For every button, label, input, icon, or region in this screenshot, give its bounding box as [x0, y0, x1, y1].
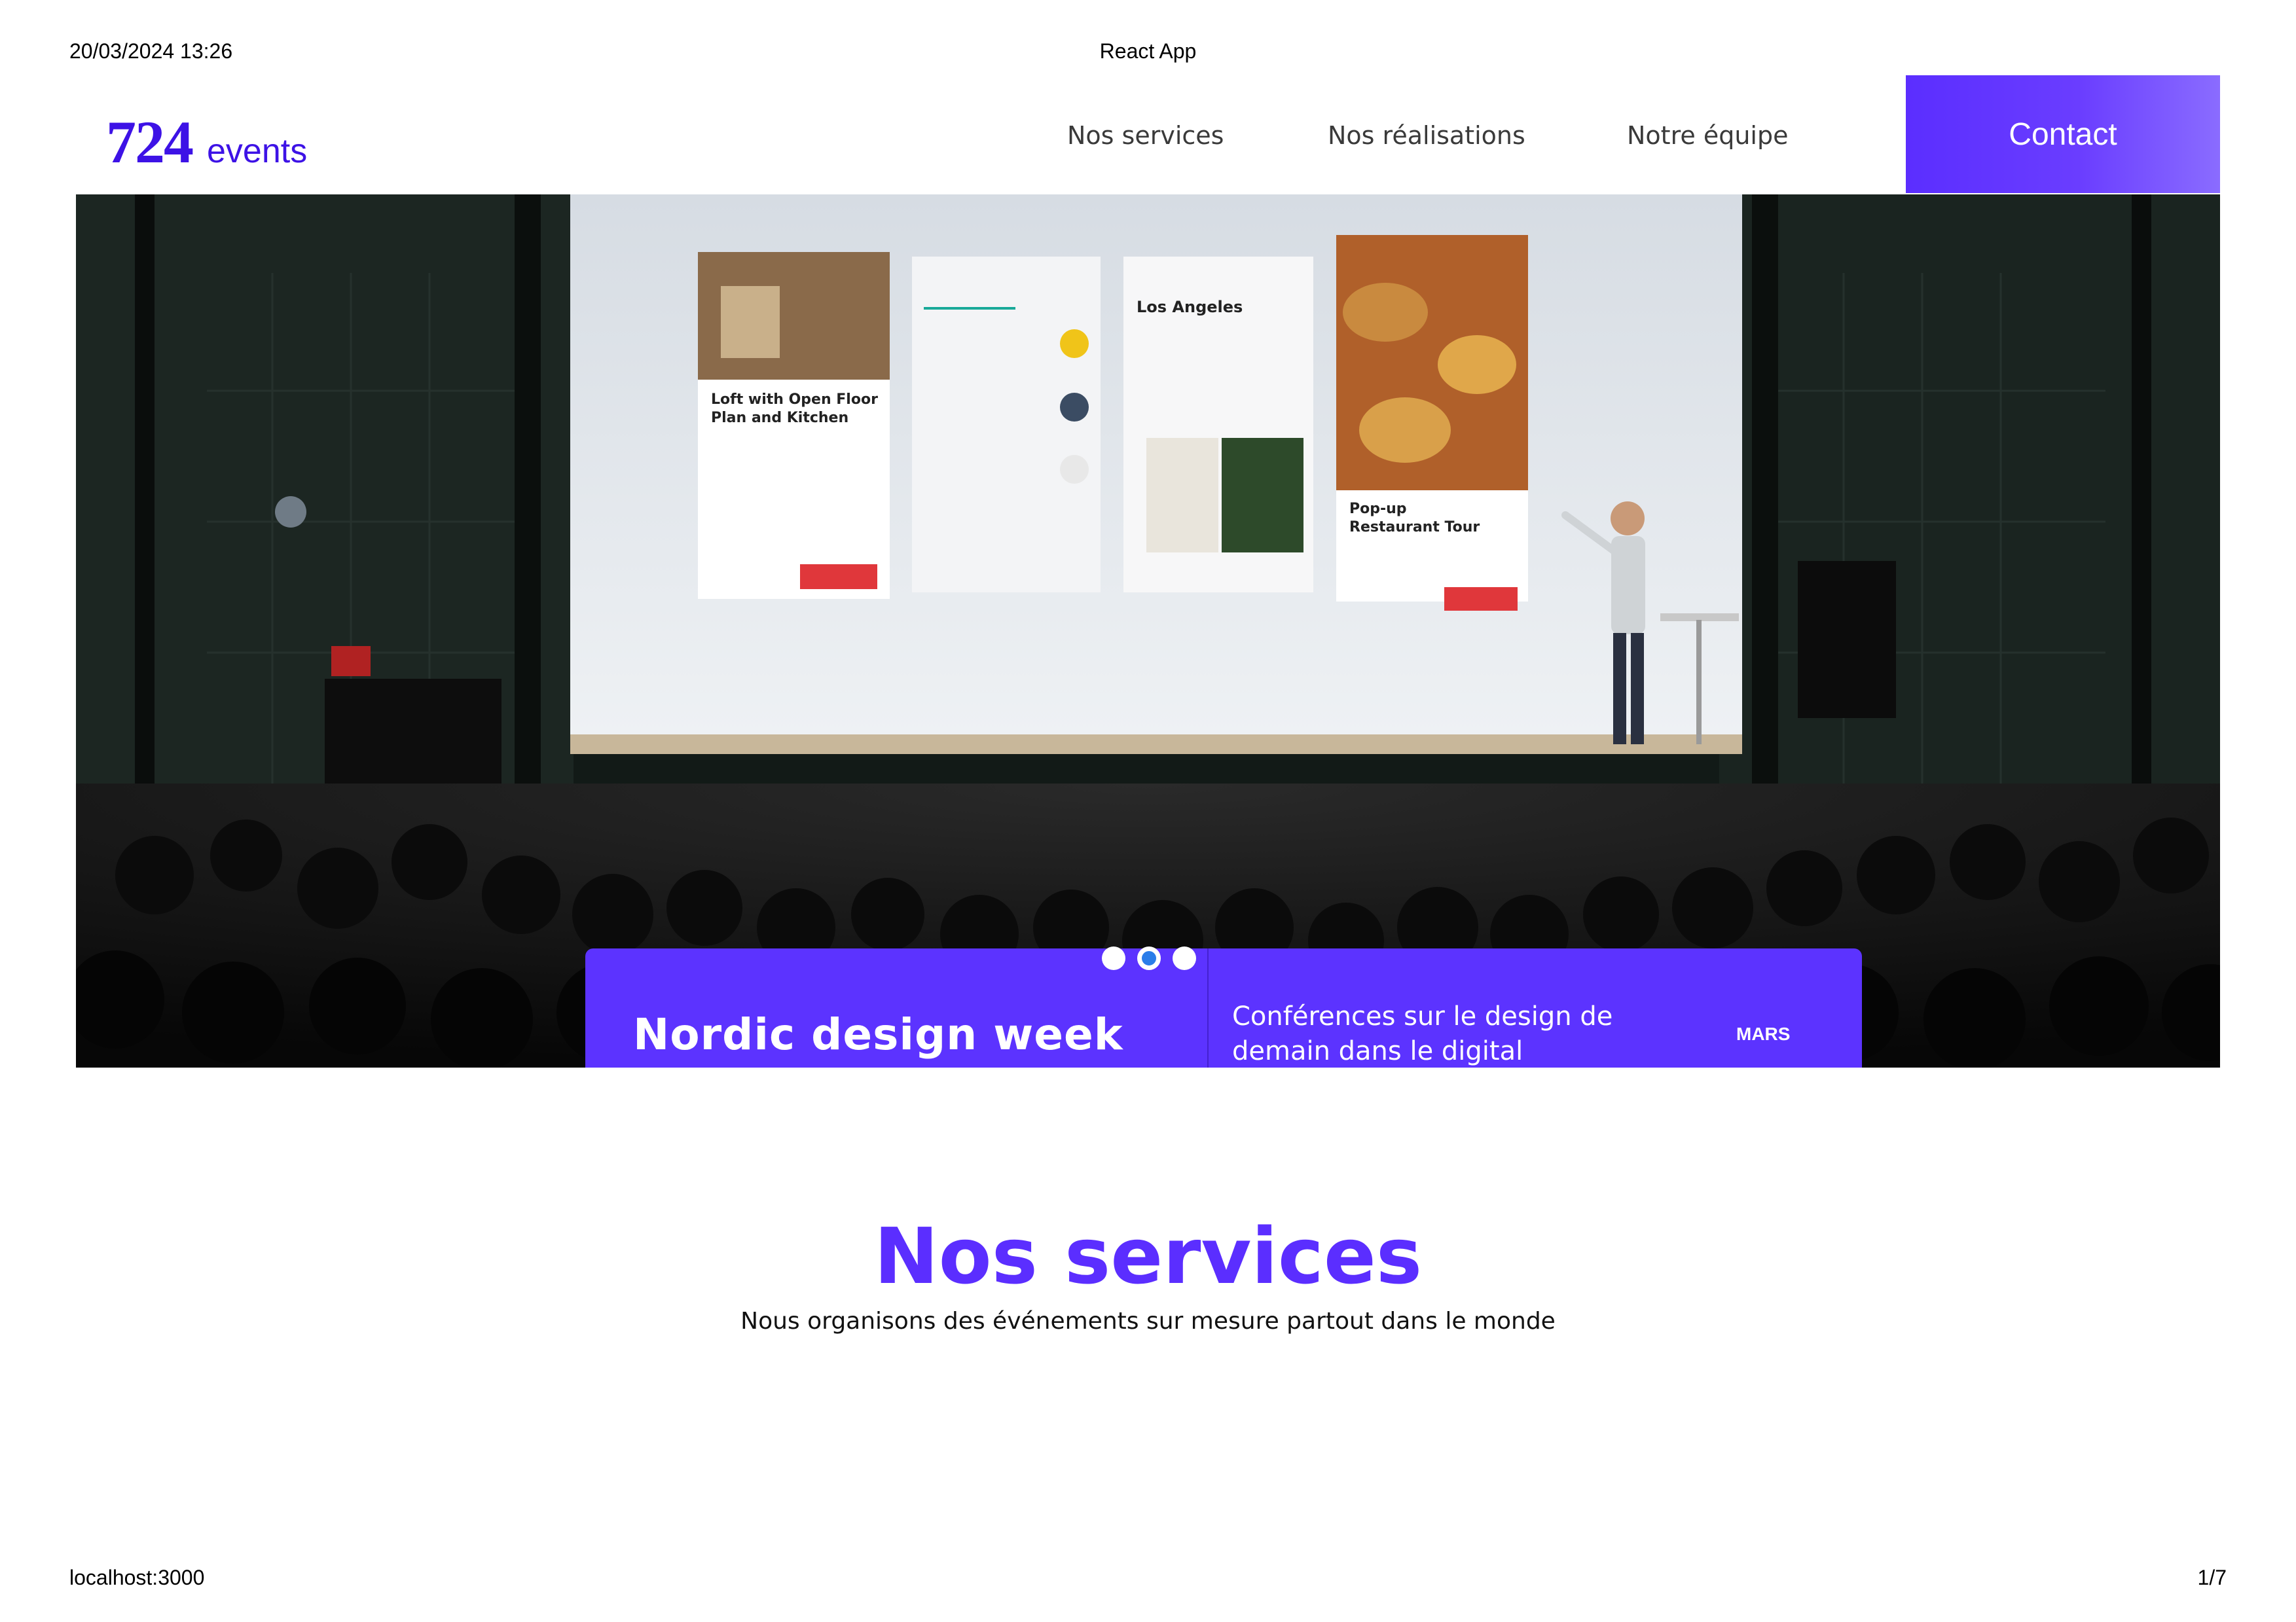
svg-text:Los Angeles: Los Angeles	[1137, 298, 1243, 316]
svg-text:Plan and Kitchen: Plan and Kitchen	[711, 410, 848, 426]
print-url: localhost:3000	[69, 1566, 205, 1589]
svg-text:Loft with Open Floor: Loft with Open Floor	[711, 391, 878, 408]
print-page-title: React App	[1099, 39, 1197, 63]
nav-item-realisations[interactable]: Nos réalisations	[1328, 121, 1525, 150]
services-subtitle: Nous organisons des événements sur mesur…	[740, 1308, 1556, 1335]
event-title: Nordic design week	[633, 1009, 1123, 1060]
slider-dot-3[interactable]	[1173, 946, 1196, 970]
site-logo[interactable]: 724 events	[106, 107, 307, 177]
svg-text:Restaurant Tour: Restaurant Tour	[1349, 519, 1480, 535]
hero-slider: Loft with Open Floor Plan and Kitchen Lo…	[76, 194, 2220, 1068]
event-description: Conférences sur le design de demain dans…	[1232, 1001, 1613, 1066]
print-page-number: 1/7	[2197, 1566, 2227, 1589]
hero-image: Loft with Open Floor Plan and Kitchen Lo…	[76, 194, 2220, 1068]
event-card[interactable]: Nordic design week Conférences sur le de…	[585, 948, 1862, 1068]
nav-item-services[interactable]: Nos services	[1067, 121, 1224, 150]
logo-word: events	[207, 132, 308, 170]
slider-dot-1[interactable]	[1102, 946, 1125, 970]
logo-number: 724	[106, 109, 194, 175]
event-month: MARS	[1736, 1024, 1791, 1044]
contact-button[interactable]: Contact	[1906, 75, 2220, 193]
nav-item-team[interactable]: Notre équipe	[1627, 121, 1788, 150]
slider-pagination	[1102, 946, 1196, 970]
event-details-panel: Conférences sur le design de demain dans…	[1209, 948, 1862, 1068]
services-title: Nos services	[873, 1211, 1423, 1301]
svg-text:Pop-up: Pop-up	[1349, 501, 1407, 517]
slider-dot-2[interactable]	[1137, 946, 1161, 970]
